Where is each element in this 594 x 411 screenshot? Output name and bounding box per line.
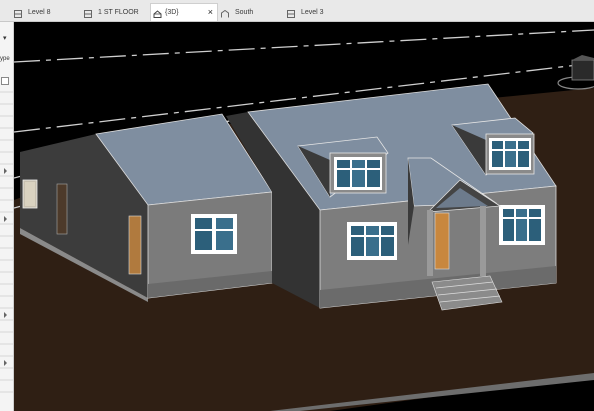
tab-label: Level 8 [28, 9, 51, 16]
close-tab-icon[interactable]: × [208, 4, 213, 21]
properties-panel: ▾ ype [0, 22, 14, 411]
floor-plan-icon [14, 8, 22, 18]
elevation-icon [221, 8, 229, 18]
tab-label: {3D} [165, 9, 179, 16]
tab-label: South [235, 9, 254, 16]
floor-plan-icon [84, 8, 92, 18]
tab-level-8[interactable]: Level 8 [14, 4, 82, 21]
floor-plan-icon [287, 8, 295, 18]
main-block [226, 83, 557, 309]
property-grid [0, 91, 13, 393]
tab-label: 1 ST FLOOR [98, 9, 139, 16]
3d-viewport[interactable] [14, 22, 594, 411]
view-tab-bar: Level 8 1 ST FLOOR {3D} × South Level 3 [0, 0, 594, 22]
tab-1st-floor[interactable]: 1 ST FLOOR [84, 4, 148, 21]
tab-level-3[interactable]: Level 3 [287, 4, 355, 21]
tab-south[interactable]: South [221, 4, 283, 21]
tab-label: Level 3 [301, 9, 324, 16]
3d-house-icon [153, 8, 162, 18]
tab-3d-view[interactable]: {3D} × [150, 3, 218, 21]
